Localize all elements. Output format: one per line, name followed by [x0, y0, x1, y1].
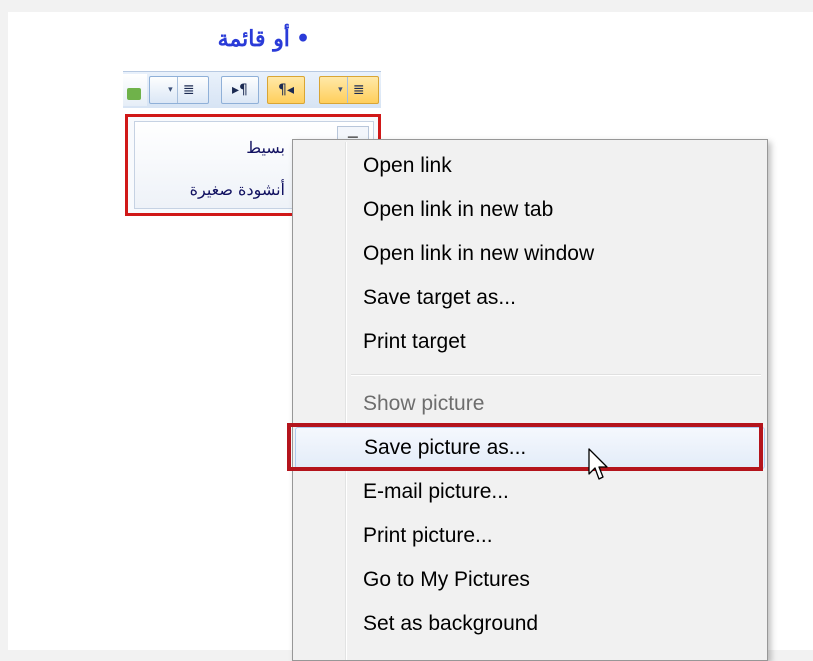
menu-item-go-to-my-pictures[interactable]: Go to My Pictures: [295, 560, 765, 600]
ltr-paragraph-button[interactable]: ▸¶: [221, 76, 259, 104]
rtl-paragraph-button[interactable]: ¶◂: [267, 76, 305, 104]
menu-item-open-link-new-tab[interactable]: Open link in new tab: [295, 190, 765, 230]
chevron-down-icon[interactable]: ▾: [333, 77, 349, 103]
menu-item-print-picture[interactable]: Print picture...: [295, 516, 765, 556]
ribbon-toolbar: ▾ ≣ ▸¶ ¶◂ ▾ ≣: [123, 71, 381, 108]
justify-list-icon: ≣: [182, 82, 195, 98]
menu-item-open-link-new-window[interactable]: Open link in new window: [295, 234, 765, 274]
bullet: •: [295, 26, 310, 52]
document-icon: [127, 88, 141, 100]
annotation-highlight: [287, 423, 763, 471]
align-right-icon: ≣: [352, 82, 365, 98]
ltr-paragraph-icon: ▸¶: [232, 82, 248, 98]
menu-item-email-picture[interactable]: E-mail picture...: [295, 472, 765, 512]
menu-item-show-picture: Show picture: [363, 392, 485, 415]
menu-item-print-target[interactable]: Print target: [295, 322, 765, 362]
style-item-small-anthem[interactable]: أنشودة صغيرة: [190, 180, 285, 199]
menu-separator: [351, 374, 761, 376]
mouse-pointer-icon: [588, 448, 608, 480]
align-right-split-button[interactable]: ▾ ≣: [319, 76, 379, 104]
menu-item-save-target-as[interactable]: Save target as...: [295, 278, 765, 318]
context-menu: Open link Open link in new tab Open link…: [292, 139, 768, 661]
ribbon-edge: [123, 74, 147, 106]
menu-item-set-as-background[interactable]: Set as background: [295, 604, 765, 644]
heading-text: أو قائمة: [217, 26, 290, 52]
chevron-down-icon[interactable]: ▾: [163, 77, 179, 103]
menu-item-open-link[interactable]: Open link: [295, 146, 765, 186]
style-item-simple[interactable]: بسيط: [246, 138, 285, 157]
rtl-paragraph-icon: ¶◂: [278, 82, 294, 98]
bullet-list-split-button[interactable]: ▾ ≣: [149, 76, 209, 104]
list-heading: •أو قائمة: [170, 26, 310, 52]
